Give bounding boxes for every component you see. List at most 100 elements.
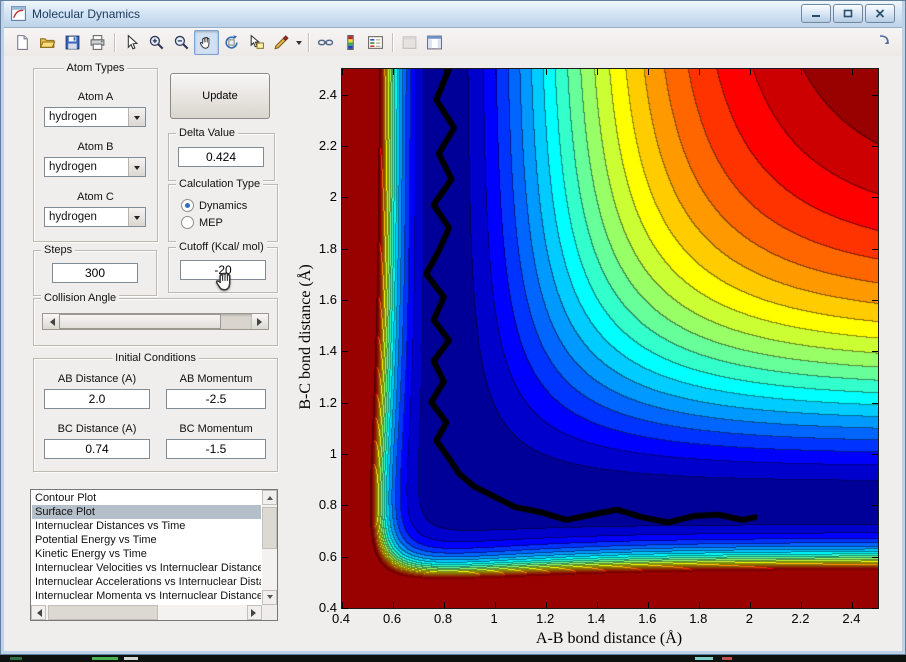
data-cursor-icon bbox=[248, 34, 265, 51]
vertical-scroll-thumb[interactable] bbox=[262, 507, 277, 549]
x-tick-label: 0.6 bbox=[383, 611, 401, 626]
toolbar-insert-colorbar-button[interactable] bbox=[338, 30, 363, 55]
atom-c-select[interactable]: hydrogen bbox=[44, 207, 146, 227]
toolbar-pan-button[interactable] bbox=[194, 30, 219, 55]
combo-dropdown-button[interactable] bbox=[128, 208, 145, 226]
toolbar-brush-button[interactable] bbox=[269, 30, 294, 55]
atom-types-panel: Atom Types Atom A hydrogen Atom B hydrog… bbox=[33, 68, 158, 242]
triangle-right-icon bbox=[257, 318, 266, 326]
plot-type-listbox[interactable]: Contour PlotSurface PlotInternuclear Dis… bbox=[30, 489, 278, 621]
y-tick-label: 0.6 bbox=[301, 549, 337, 564]
slider-right-arrow[interactable] bbox=[252, 314, 268, 329]
vertical-scroll-track[interactable] bbox=[262, 505, 277, 590]
tick-mark bbox=[872, 249, 878, 250]
radio-option-dynamics[interactable]: Dynamics bbox=[181, 199, 247, 212]
vertical-scrollbar[interactable] bbox=[262, 490, 277, 605]
toolbar-save-figure-button[interactable] bbox=[60, 30, 85, 55]
y-tick-label: 1 bbox=[301, 446, 337, 461]
radio-label: Dynamics bbox=[199, 200, 247, 212]
toolbar-rotate-3d-button[interactable] bbox=[219, 30, 244, 55]
scroll-left-button[interactable] bbox=[31, 605, 46, 620]
tick-mark bbox=[872, 146, 878, 147]
slider-thumb[interactable] bbox=[59, 314, 221, 329]
slider-left-arrow[interactable] bbox=[43, 314, 59, 329]
bc-momentum-input[interactable] bbox=[166, 439, 266, 459]
maximize-button[interactable] bbox=[833, 4, 863, 23]
collision-angle-panel: Collision Angle bbox=[33, 298, 278, 346]
tick-mark bbox=[342, 557, 348, 558]
toolbar-open-file-button[interactable] bbox=[35, 30, 60, 55]
atom-b-select[interactable]: hydrogen bbox=[44, 157, 146, 177]
combo-dropdown-button[interactable] bbox=[128, 108, 145, 126]
ab-momentum-input[interactable] bbox=[166, 389, 266, 409]
horizontal-scroll-thumb[interactable] bbox=[48, 605, 158, 620]
x-tick-label: 1.2 bbox=[536, 611, 554, 626]
steps-input[interactable] bbox=[52, 263, 138, 283]
y-tick-label: 1.2 bbox=[301, 395, 337, 410]
delta-value-input[interactable] bbox=[178, 147, 264, 167]
list-item[interactable]: Internuclear Momenta vs Internuclear Dis… bbox=[32, 589, 261, 603]
tick-mark bbox=[872, 300, 878, 301]
toolbar-new-figure-button[interactable] bbox=[10, 30, 35, 55]
toolbar-data-cursor-button[interactable] bbox=[244, 30, 269, 55]
scroll-up-button[interactable] bbox=[262, 490, 277, 505]
update-button[interactable]: Update bbox=[170, 73, 270, 119]
close-button[interactable] bbox=[865, 4, 895, 23]
plot-canvas[interactable] bbox=[342, 69, 878, 608]
tick-mark bbox=[342, 403, 348, 404]
list-item[interactable]: Kinetic Energy vs Time bbox=[32, 547, 261, 561]
toolbar-link-plots-button[interactable] bbox=[313, 30, 338, 55]
desktop-sliver bbox=[0, 655, 906, 662]
collision-angle-slider[interactable] bbox=[42, 313, 269, 330]
chevron-down-icon bbox=[134, 216, 140, 223]
pan-hand-cursor bbox=[213, 268, 239, 294]
horizontal-scrollbar[interactable] bbox=[31, 605, 262, 620]
scroll-right-button[interactable] bbox=[247, 605, 262, 620]
bc-distance-input[interactable] bbox=[44, 439, 150, 459]
toolbar-zoom-out-button[interactable] bbox=[169, 30, 194, 55]
toolbar-separator bbox=[114, 33, 115, 52]
scroll-down-button[interactable] bbox=[262, 590, 277, 605]
ab-momentum-label: AB Momentum bbox=[164, 373, 268, 385]
initial-conditions-panel: Initial Conditions AB Distance (A) AB Mo… bbox=[33, 358, 278, 472]
toolbar-hide-plot-tools-button[interactable] bbox=[397, 30, 422, 55]
x-tick-label: 0.8 bbox=[434, 611, 452, 626]
minimize-button[interactable] bbox=[801, 4, 831, 23]
horizontal-scroll-track[interactable] bbox=[46, 605, 247, 620]
rotate-3d-icon bbox=[223, 34, 240, 51]
list-item[interactable]: Internuclear Velocities vs Internuclear … bbox=[32, 561, 261, 575]
list-item[interactable]: Contour Plot bbox=[32, 491, 261, 505]
hide-plot-tools-icon bbox=[401, 34, 418, 51]
client-area: Atom Types Atom A hydrogen Atom B hydrog… bbox=[4, 56, 902, 651]
panel-title: Cutoff (Kcal/ mol) bbox=[176, 241, 267, 253]
brush-icon bbox=[273, 34, 290, 51]
atom-a-select[interactable]: hydrogen bbox=[44, 107, 146, 127]
toolbar-insert-legend-button[interactable] bbox=[363, 30, 388, 55]
toolbar-dock-figure-button[interactable] bbox=[877, 33, 896, 52]
tick-mark bbox=[648, 69, 649, 75]
list-item[interactable]: Internuclear Accelerations vs Internucle… bbox=[32, 575, 261, 589]
tick-mark bbox=[342, 608, 348, 609]
toolbar-zoom-in-button[interactable] bbox=[144, 30, 169, 55]
list-item[interactable]: Potential Energy vs Time bbox=[32, 533, 261, 547]
brush-dropdown-arrow[interactable] bbox=[294, 31, 304, 54]
tick-mark bbox=[872, 95, 878, 96]
slider-track[interactable] bbox=[59, 314, 252, 329]
x-tick-label: 2.4 bbox=[842, 611, 860, 626]
axes[interactable] bbox=[341, 68, 879, 609]
toolbar-edit-plot-button[interactable] bbox=[119, 30, 144, 55]
titlebar[interactable]: Molecular Dynamics bbox=[4, 0, 902, 28]
toolbar-show-plot-tools-button[interactable] bbox=[422, 30, 447, 55]
tick-mark bbox=[393, 69, 394, 75]
list-item[interactable]: Internuclear Distances vs Time bbox=[32, 519, 261, 533]
radio-option-mep[interactable]: MEP bbox=[181, 216, 223, 229]
ab-distance-input[interactable] bbox=[44, 389, 150, 409]
list-item[interactable]: Surface Plot bbox=[32, 505, 261, 519]
toolbar-print-figure-button[interactable] bbox=[85, 30, 110, 55]
combo-dropdown-button[interactable] bbox=[128, 158, 145, 176]
window-controls bbox=[801, 4, 902, 23]
app-icon bbox=[10, 5, 27, 22]
bc-momentum-label: BC Momentum bbox=[164, 423, 268, 435]
link-plots-icon bbox=[317, 34, 334, 51]
y-axis-label: B-C bond distance (Å) bbox=[297, 227, 315, 447]
